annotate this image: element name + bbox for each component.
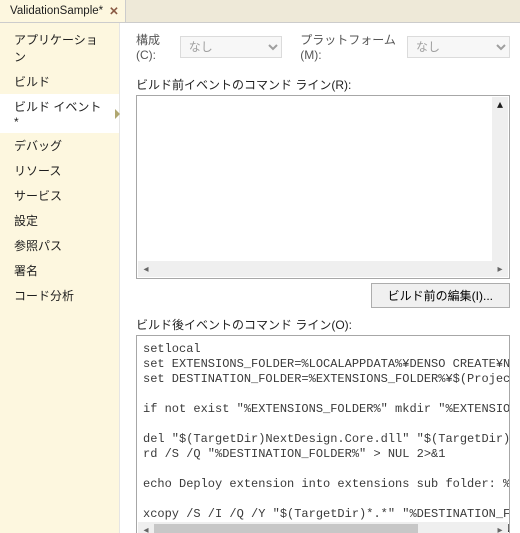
postbuild-cmd-wrapper: setlocal set EXTENSIONS_FOLDER=%LOCALAPP… xyxy=(136,335,510,533)
scroll-left-icon[interactable]: ◂ xyxy=(138,261,154,277)
postbuild-scrollbar-h[interactable]: ◂ ▸ xyxy=(138,522,508,533)
sidebar-item-debug[interactable]: デバッグ xyxy=(0,133,119,158)
sidebar: アプリケーション ビルド ビルド イベント* デバッグ リソース サービス 設定… xyxy=(0,23,120,533)
config-row: 構成(C): なし プラットフォーム(M): なし xyxy=(136,31,510,62)
sidebar-item-resources[interactable]: リソース xyxy=(0,158,119,183)
sidebar-item-services[interactable]: サービス xyxy=(0,183,119,208)
sidebar-item-reference-paths[interactable]: 参照パス xyxy=(0,233,119,258)
configuration-label: 構成(C): xyxy=(136,31,174,62)
platform-select: なし xyxy=(407,36,510,58)
prebuild-cmd-wrapper: ▴ ▾ ◂ ▸ xyxy=(136,95,510,279)
prebuild-scrollbar-v[interactable]: ▴ ▾ xyxy=(492,97,508,277)
sidebar-item-signing[interactable]: 署名 xyxy=(0,258,119,283)
sidebar-item-build[interactable]: ビルド xyxy=(0,69,119,94)
scroll-up-icon[interactable]: ▴ xyxy=(497,97,503,111)
sidebar-item-application[interactable]: アプリケーション xyxy=(0,27,119,69)
scroll-right-icon[interactable]: ▸ xyxy=(492,522,508,533)
sidebar-item-settings[interactable]: 設定 xyxy=(0,208,119,233)
prebuild-label: ビルド前イベントのコマンド ライン(R): xyxy=(136,76,510,93)
scroll-left-icon[interactable]: ◂ xyxy=(138,522,154,533)
sidebar-item-code-analysis[interactable]: コード分析 xyxy=(0,283,119,308)
configuration-select: なし xyxy=(180,36,283,58)
content-panel: 構成(C): なし プラットフォーム(M): なし ビルド前イベントのコマンド … xyxy=(120,23,520,533)
prebuild-edit-button[interactable]: ビルド前の編集(I)... xyxy=(371,283,510,308)
platform-label: プラットフォーム(M): xyxy=(300,31,401,62)
postbuild-cmd-input[interactable]: setlocal set EXTENSIONS_FOLDER=%LOCALAPP… xyxy=(136,335,510,533)
close-icon[interactable]: ✕ xyxy=(109,4,119,18)
scroll-right-icon[interactable]: ▸ xyxy=(492,261,508,277)
prebuild-cmd-input[interactable] xyxy=(136,95,510,279)
postbuild-label: ビルド後イベントのコマンド ライン(O): xyxy=(136,316,510,333)
project-tab[interactable]: ValidationSample* ✕ xyxy=(0,0,126,22)
tab-title: ValidationSample* xyxy=(10,5,103,17)
prebuild-scrollbar-h[interactable]: ◂ ▸ xyxy=(138,261,508,277)
main-layout: アプリケーション ビルド ビルド イベント* デバッグ リソース サービス 設定… xyxy=(0,23,520,533)
sidebar-item-build-events[interactable]: ビルド イベント* xyxy=(0,94,119,133)
tab-bar: ValidationSample* ✕ xyxy=(0,0,520,23)
